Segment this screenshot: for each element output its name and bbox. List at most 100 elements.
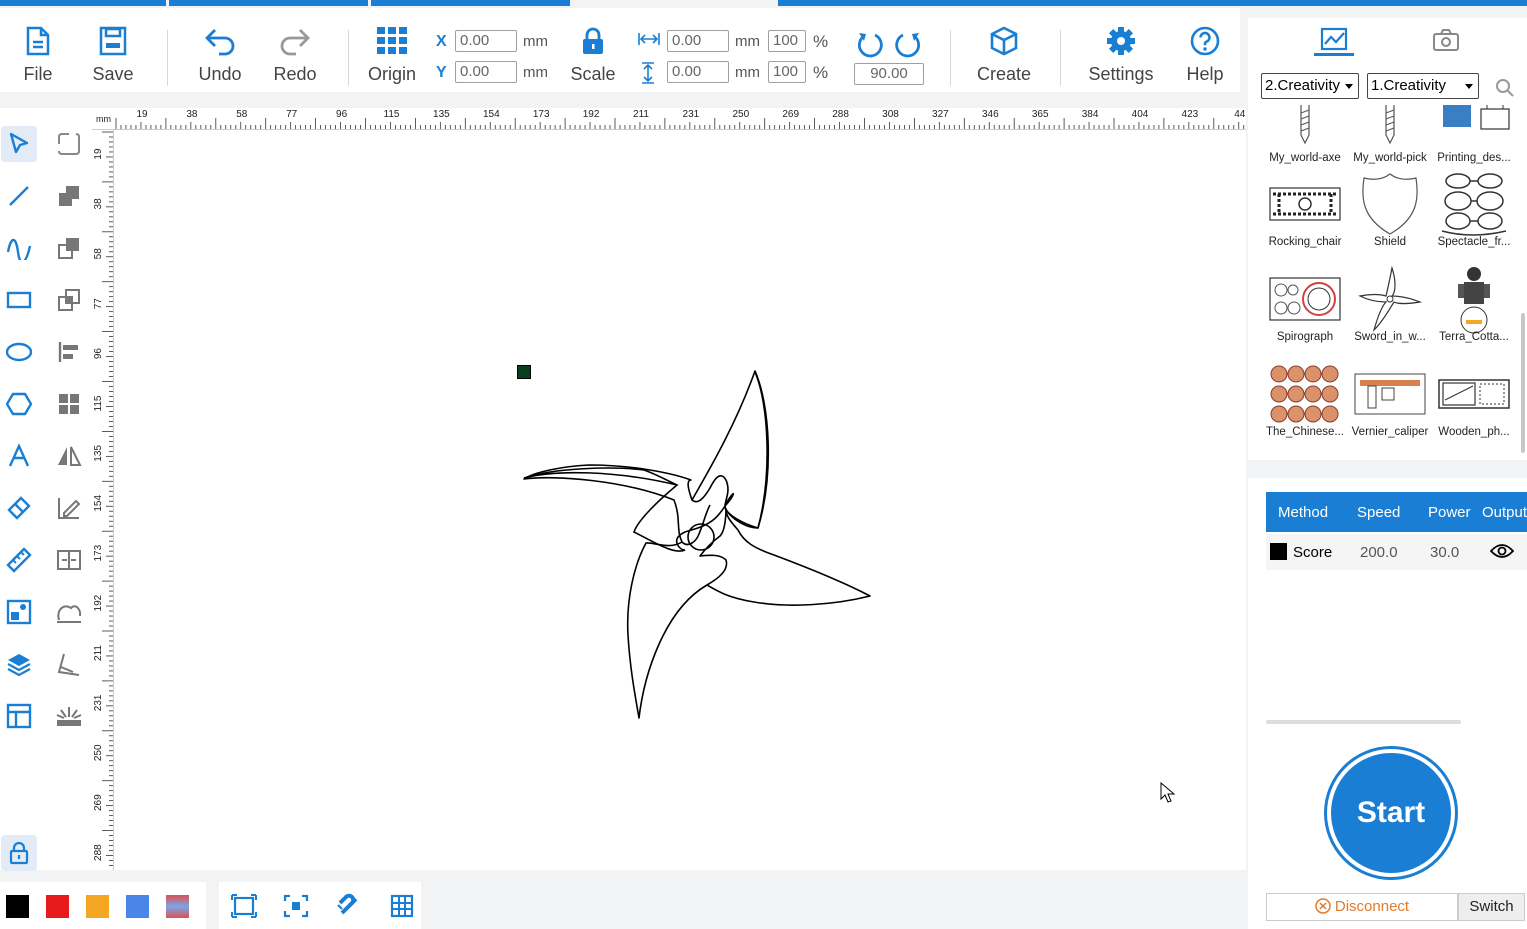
library-item[interactable]: The_Chinese... [1263, 362, 1347, 438]
window-tab[interactable] [168, 0, 368, 6]
color-swatch-orange[interactable] [86, 895, 109, 918]
layers-tool[interactable] [1, 646, 37, 682]
height-input[interactable]: 0.00 [667, 61, 729, 83]
library-scrollbar[interactable] [1521, 313, 1525, 453]
intersect-tool[interactable] [51, 282, 87, 318]
rotate-cw-icon[interactable] [894, 30, 922, 58]
align-left-icon [58, 342, 78, 362]
window-tab[interactable] [0, 0, 166, 6]
layer-color-swatch[interactable] [1270, 543, 1287, 560]
ruler-tick-label: 58 [93, 248, 104, 260]
array-tool[interactable] [51, 386, 87, 422]
undo-button[interactable]: Undo [185, 26, 255, 85]
library-item[interactable]: Spectacle_fr... [1432, 172, 1516, 248]
y-position-input[interactable]: 0.00 [455, 61, 517, 83]
bend-tool[interactable] [51, 646, 87, 682]
redo-button[interactable]: Redo [260, 26, 330, 85]
category-select-1[interactable]: 2.Creativity [1261, 73, 1359, 99]
rectangle-tool[interactable] [1, 282, 37, 318]
design-canvas[interactable] [114, 130, 1246, 870]
create-label: Create [976, 64, 1032, 84]
library-item[interactable]: Sword_in_w... [1348, 266, 1432, 343]
scale-lock-button[interactable]: Scale [558, 26, 628, 85]
job-progress-bar [1266, 720, 1461, 724]
library-item[interactable]: Printing_des... [1432, 104, 1516, 164]
library-item[interactable]: Wooden_ph... [1432, 362, 1516, 438]
tab-gallery[interactable] [1314, 24, 1354, 56]
align-tool[interactable] [51, 334, 87, 370]
library-item[interactable]: Spirograph [1263, 267, 1347, 343]
save-button[interactable]: Save [78, 26, 148, 85]
file-button[interactable]: File [3, 26, 73, 85]
distribute-tool[interactable] [51, 542, 87, 578]
x-position-input[interactable]: 0.00 [455, 30, 517, 52]
switch-button[interactable]: Switch [1458, 893, 1525, 921]
vertical-ruler: 19 38 58 77 96 115 135 154 173 192 211 231 250 269 288 [92, 130, 114, 870]
fit-canvas-icon[interactable] [231, 894, 257, 918]
ellipse-tool[interactable] [1, 334, 37, 370]
window-tab[interactable] [777, 0, 1527, 6]
origin-button[interactable]: Origin [357, 26, 427, 85]
disconnect-button[interactable]: Disconnect [1266, 893, 1458, 921]
mirror-tool[interactable] [51, 438, 87, 474]
library-item[interactable]: Shield [1348, 172, 1432, 248]
tab-camera[interactable] [1426, 24, 1466, 56]
node-edit-tool[interactable] [51, 126, 87, 162]
eye-icon[interactable] [1490, 543, 1514, 559]
library-item[interactable]: Terra_Cotta... [1432, 267, 1516, 343]
category-select-2[interactable]: 1.Creativity [1367, 73, 1479, 99]
shuriken-star[interactable] [114, 130, 1246, 870]
library-item[interactable]: My_world-axe [1263, 104, 1347, 164]
draw-tool[interactable] [51, 490, 87, 526]
rectangle-icon [6, 291, 32, 309]
color-swatch-black[interactable] [6, 895, 29, 918]
image-tool[interactable] [1, 594, 37, 630]
text-tool[interactable] [1, 438, 37, 474]
ruler-tick-label: 38 [186, 109, 198, 120]
view-toolbar [219, 882, 421, 929]
fit-selection-icon[interactable] [283, 894, 309, 918]
library-item-name: Printing_des... [1437, 152, 1511, 164]
width-percent-input[interactable]: 100 [768, 30, 806, 52]
window-tab-active[interactable] [573, 0, 775, 6]
library-item[interactable]: Rocking_chair [1263, 172, 1347, 248]
library-item-name: Sword_in_w... [1354, 331, 1426, 343]
window-tab[interactable] [370, 0, 571, 6]
library-item[interactable]: Vernier_caliper [1348, 362, 1432, 438]
height-percent-input[interactable]: 100 [768, 61, 806, 83]
layer-speed[interactable]: 200.0 [1360, 544, 1398, 561]
settings-button[interactable]: Settings [1081, 26, 1161, 85]
layer-method[interactable]: Score [1293, 544, 1332, 561]
ruler-tick-label: 250 [732, 109, 749, 120]
create-button[interactable]: Create [969, 26, 1039, 85]
help-button[interactable]: Help [1170, 26, 1240, 85]
lock-canvas-button[interactable] [1, 835, 37, 871]
union-tool[interactable] [51, 178, 87, 214]
sword-thumbnail [1353, 266, 1427, 332]
start-button[interactable]: Start [1327, 749, 1455, 877]
layout-tool[interactable] [1, 698, 37, 734]
line-tool[interactable] [1, 178, 37, 214]
library-item[interactable]: My_world-pick [1348, 104, 1432, 164]
select-tool[interactable] [1, 126, 37, 162]
rotation-input[interactable]: 90.00 [854, 63, 924, 85]
color-swatch-image[interactable] [166, 895, 189, 918]
eraser-tool[interactable] [1, 490, 37, 526]
laser-tool[interactable] [51, 698, 87, 734]
ruler-tick-label: 250 [93, 744, 104, 761]
magnet-icon[interactable] [336, 893, 362, 919]
width-input[interactable]: 0.00 [667, 30, 729, 52]
layer-power[interactable]: 30.0 [1430, 544, 1459, 561]
color-swatch-blue[interactable] [126, 895, 149, 918]
rotate-ccw-icon[interactable] [856, 30, 884, 58]
color-swatch-red[interactable] [46, 895, 69, 918]
polygon-tool[interactable] [1, 386, 37, 422]
subtract-tool[interactable] [51, 230, 87, 266]
search-icon[interactable] [1495, 78, 1515, 98]
grid-icon[interactable] [390, 894, 414, 918]
offset-tool[interactable] [51, 594, 87, 630]
measure-tool[interactable] [1, 542, 37, 578]
curve-tool[interactable] [1, 230, 37, 266]
layer-row[interactable]: Score 200.0 30.0 [1266, 534, 1527, 570]
subtract-icon [58, 238, 79, 259]
